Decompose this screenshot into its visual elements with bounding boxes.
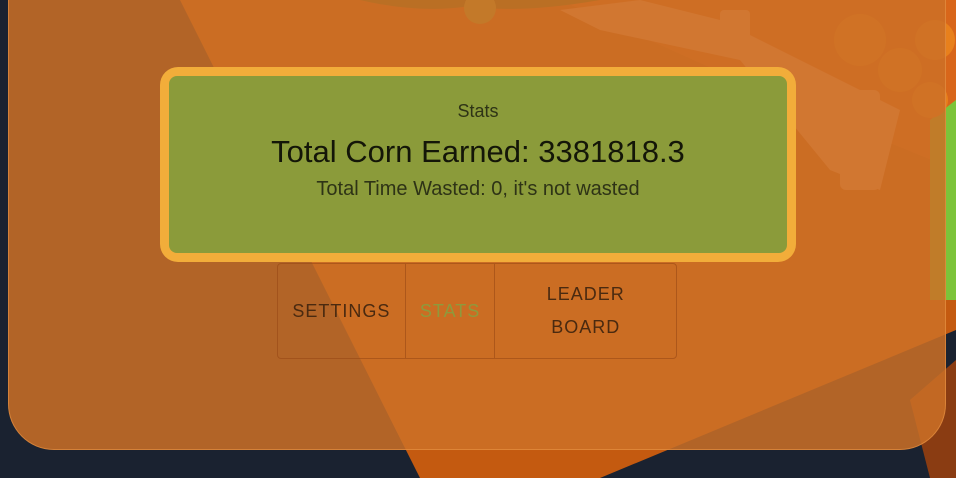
stats-heading: Stats [457, 101, 499, 121]
game-screen: Stats Total Corn Earned: 3381818.3 Total… [0, 0, 956, 478]
total-corn-earned: Total Corn Earned: 3381818.3 [271, 134, 685, 169]
tab-leaderboard[interactable]: LEADER BOARD [495, 264, 676, 358]
menu-tabs: SETTINGS STATS LEADER BOARD [277, 263, 677, 359]
total-time-wasted: Total Time Wasted: 0, it's not wasted [316, 178, 640, 200]
stats-card-body: Stats Total Corn Earned: 3381818.3 Total… [169, 76, 787, 253]
tab-stats[interactable]: STATS [406, 264, 496, 358]
tab-settings[interactable]: SETTINGS [278, 264, 406, 358]
tab-leaderboard-label: LEADER BOARD [546, 284, 625, 337]
stats-card: Stats Total Corn Earned: 3381818.3 Total… [160, 67, 796, 262]
